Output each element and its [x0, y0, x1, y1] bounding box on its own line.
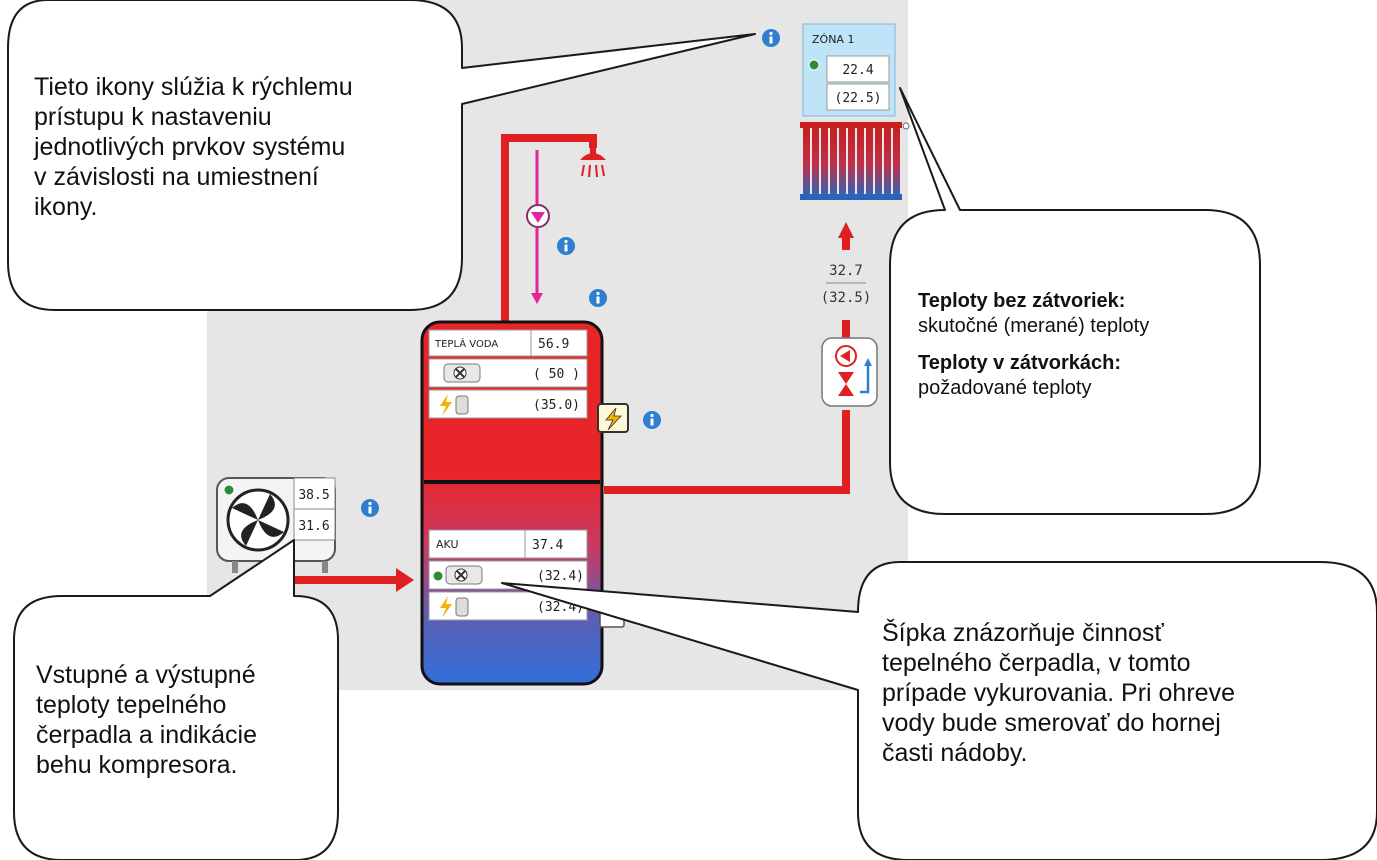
callout-line: v závislosti na umiestnení [34, 163, 319, 191]
callout-line: prístupu k nastaveniu [34, 103, 272, 131]
accumulation-label: AKU [436, 538, 459, 551]
heat-pump-inlet-temp: 38.5 [298, 488, 329, 503]
temps-required-title: Teploty v zátvorkách: [918, 352, 1122, 374]
callout-temps-text: Teploty bez zátvoriek: skutočné (merané)… [918, 289, 1149, 401]
callout-line: prípade vykurovania. Pri ohreve [882, 679, 1235, 707]
accumulation-section[interactable]: AKU 37.4 (32.4) (32.4) [428, 529, 588, 621]
callout-line: jednotlivých prvkov systému [34, 133, 346, 161]
zone-title: ZÓNA 1 [812, 33, 854, 46]
zone-1-panel[interactable]: ZÓNA 1 22.4 (22.5) [802, 23, 896, 117]
callout-line: ikony. [34, 193, 98, 221]
electric-heater-status-icon[interactable] [597, 403, 629, 433]
hot-water-section[interactable]: TEPLÁ VODA 56.9 ( 50 ) (35.0) [428, 329, 588, 419]
callout-line: Tieto ikony slúžia k rýchlemu [34, 73, 353, 101]
compressor-status-led [223, 484, 235, 496]
accumulation-status-led [433, 571, 443, 581]
zone-required-temp: (22.5) [835, 91, 882, 106]
fan-icon [226, 488, 290, 552]
callout-arrow-text: Šípka znázorňuje činnosť tepelného čerpa… [882, 618, 1235, 768]
heat-pump-source-icon [443, 363, 481, 383]
hot-water-actual-temp: 56.9 [538, 337, 569, 352]
heat-pump-source-icon [445, 565, 483, 585]
callout-line: vody bude smerovať do hornej [882, 709, 1221, 737]
hot-water-label: TEPLÁ VODA [434, 337, 498, 350]
info-icon-circulation[interactable] [557, 237, 575, 255]
callout-line: časti nádoby. [882, 739, 1028, 767]
callout-line: teploty tepelného [36, 691, 227, 719]
callout-line: tepelného čerpadla, v tomto [882, 649, 1191, 677]
callout-line: behu kompresora. [36, 751, 238, 779]
hot-water-heat-pump-required: ( 50 ) [533, 367, 580, 382]
mixing-valve-pump-icon[interactable] [821, 337, 878, 407]
temps-required-text: požadované teploty [918, 377, 1092, 399]
callout-icons-text: Tieto ikony slúžia k rýchlemu prístupu k… [34, 72, 353, 222]
temps-actual-text: skutočné (merané) teploty [918, 315, 1150, 337]
heating-required-temp: (32.5) [821, 290, 872, 306]
accumulation-actual-temp: 37.4 [532, 538, 563, 553]
info-icon-heat-pump[interactable] [361, 499, 379, 517]
accumulation-heat-pump-required: (32.4) [537, 569, 584, 584]
callout-line: Šípka znázorňuje činnosť [882, 619, 1164, 647]
info-icon-hot-water-outlet[interactable] [589, 289, 607, 307]
callout-line: čerpadla a indikácie [36, 721, 257, 749]
temps-actual-title: Teploty bez zátvoriek: [918, 290, 1126, 312]
heat-pump-outlet-temp: 31.6 [298, 519, 329, 534]
callout-heatpump-text: Vstupné a výstupné teploty tepelného čer… [36, 660, 257, 780]
zone-actual-temp: 22.4 [842, 63, 873, 78]
info-icon-zone[interactable] [762, 29, 780, 47]
hot-water-electric-required: (35.0) [533, 398, 580, 413]
info-icon-electric-heater[interactable] [643, 411, 661, 429]
heating-actual-temp: 32.7 [829, 263, 863, 279]
callout-line: Vstupné a výstupné [36, 661, 256, 689]
zone-status-led [808, 59, 820, 71]
